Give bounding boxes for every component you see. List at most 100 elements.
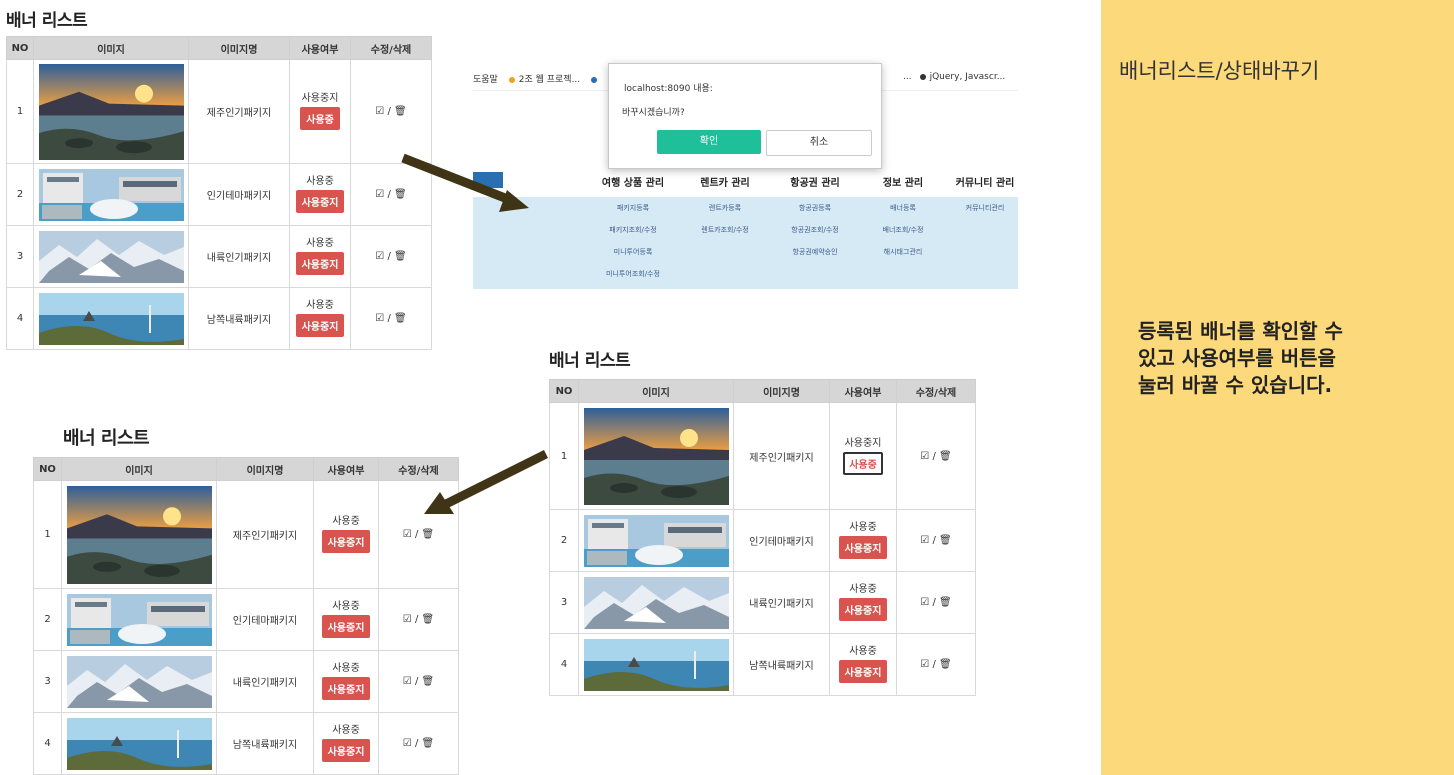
usage-cell: 사용중지 사용중 [289,59,351,164]
menu-item[interactable]: 해시태그관리 [884,247,923,257]
edit-icon[interactable]: ☑ [920,535,929,546]
arrow-to-dialog [401,153,529,212]
table-row: 4 남쪽내륙패키지 사용중 사용중지 ☑ / 🗑 [549,633,976,696]
bookmark-item[interactable]: 2조 웹 프로젝... [519,75,580,85]
menu-header-community[interactable]: 커뮤니티 관리 [956,174,1015,189]
trash-icon[interactable]: 🗑 [394,251,407,262]
edit-delete-cell[interactable]: ☑ / 🗑 [350,59,432,164]
trash-icon[interactable]: 🗑 [939,535,952,546]
menu-item[interactable]: 미니투어조회/수정 [606,269,660,279]
banner-thumbnail [578,402,734,510]
row-name: 인기테마패키지 [188,163,290,226]
table-row: 4 남쪽내륙패키지 사용중 사용중지 ☑ / 🗑 [6,287,432,350]
edit-icon[interactable]: ☑ [920,597,929,608]
side-panel-description: 등록된 배너를 확인할 수 있고 사용여부를 버튼을 눌러 바꿀 수 있습니다. [1138,318,1343,399]
edit-icon[interactable]: ☑ [403,676,412,687]
usage-status-text: 사용중 [849,646,877,657]
menu-item[interactable]: 항공권등록 [799,203,831,213]
row-no: 3 [6,225,34,288]
side-panel-title: 배너리스트/상태바꾸기 [1119,59,1320,83]
row-name: 내륙인기패키지 [188,225,290,288]
usage-status-text: 사용중 [306,176,334,187]
menu-item[interactable]: 항공권조회/수정 [791,225,838,235]
dialog-cancel-button[interactable]: 취소 [766,130,872,156]
row-name: 남쪽내륙패키지 [188,287,290,350]
trash-icon[interactable]: 🗑 [422,676,435,687]
edit-icon[interactable]: ☑ [403,738,412,749]
trash-icon[interactable]: 🗑 [422,614,435,625]
edit-icon[interactable]: ☑ [920,451,929,462]
toggle-usage-button[interactable]: 사용중지 [295,252,345,275]
trash-icon[interactable]: 🗑 [939,451,952,462]
edit-icon[interactable]: ☑ [403,614,412,625]
edit-delete-cell[interactable]: ☑ / 🗑 [350,287,432,350]
toggle-usage-button[interactable]: 사용중지 [295,190,345,213]
edit-icon[interactable]: ☑ [920,659,929,670]
menu-item[interactable]: 배너등록 [890,203,916,213]
toggle-usage-button[interactable]: 사용중지 [321,677,371,700]
usage-status-text: 사용중지 [844,437,882,449]
toggle-usage-button[interactable]: 사용중지 [838,660,888,683]
menu-item[interactable]: 배너조회/수정 [883,225,924,235]
edit-delete-cell[interactable]: ☑ / 🗑 [350,225,432,288]
edit-icon[interactable]: ☑ [403,529,412,540]
menu-header-travel[interactable]: 여행 상품 관리 [602,174,664,189]
toggle-usage-button[interactable]: 사용중지 [295,314,345,337]
row-name: 제주인기패키지 [188,59,290,164]
banner-thumbnail [61,712,217,775]
edit-delete-cell[interactable]: ☑ / 🗑 [896,509,976,572]
menu-item[interactable]: 렌트카조회/수정 [701,225,748,235]
toggle-usage-button[interactable]: 사용중 [300,107,340,130]
description-line: 눌러 바꿀 수 있습니다. [1138,373,1333,397]
menu-item[interactable]: 커뮤니티관리 [966,203,1005,213]
trash-icon[interactable]: 🗑 [394,106,407,117]
trash-icon[interactable]: 🗑 [939,659,952,670]
toggle-usage-button[interactable]: 사용중지 [321,615,371,638]
edit-icon[interactable]: ☑ [375,251,384,262]
description-line: 있고 사용여부를 버튼을 [1138,346,1336,370]
toggle-usage-button[interactable]: 사용중지 [321,530,371,553]
banner-thumbnail [578,633,734,696]
row-no: 4 [6,287,34,350]
row-name: 남쪽내륙패키지 [733,633,830,696]
menu-item[interactable]: 미니투어등록 [614,247,653,257]
trash-icon[interactable]: 🗑 [394,313,407,324]
menu-header-flight[interactable]: 항공권 관리 [790,174,839,189]
menu-dropdown: 패키지등록 패키지조회/수정 미니투어등록 미니투어조회/수정 렌트카등록 렌트… [473,197,1018,289]
trash-icon[interactable]: 🗑 [422,738,435,749]
edit-icon[interactable]: ☑ [375,106,384,117]
menu-header-info[interactable]: 정보 관리 [883,174,923,189]
edit-icon[interactable]: ☑ [375,313,384,324]
menu-item[interactable]: 항공권예약승인 [792,247,837,257]
edit-delete-cell[interactable]: ☑ / 🗑 [896,633,976,696]
trash-icon[interactable]: 🗑 [422,529,435,540]
bookmark-item[interactable]: ... jQuery, Javascr... [903,72,1005,82]
col-image-name: 이미지명 [188,36,290,60]
row-no: 4 [33,712,62,775]
menu-item[interactable]: 패키지조회/수정 [609,225,656,235]
col-no: NO [549,379,579,403]
toggle-usage-button[interactable]: 사용중지 [838,598,888,621]
col-edit-delete: 수정/삭제 [350,36,432,60]
edit-delete-cell[interactable]: ☑ / 🗑 [896,571,976,634]
dialog-ok-button[interactable]: 확인 [657,130,761,154]
edit-delete-cell[interactable]: ☑ / 🗑 [378,712,459,775]
edit-icon[interactable]: ☑ [375,189,384,200]
usage-cell: 사용중사용중지 [289,163,351,226]
toggle-usage-button-focused[interactable]: 사용중 [843,451,883,475]
row-name: 인기테마패키지 [216,588,314,651]
usage-status-text: 사용중 [332,516,360,527]
toggle-usage-button[interactable]: 사용중지 [321,739,371,762]
banner-image-jeju-sunset [584,408,729,505]
table-row: 3 내륙인기패키지 사용중 사용중지 ☑ / 🗑 [549,571,976,634]
bookmark-item[interactable]: 도움말 [473,75,498,85]
edit-delete-cell[interactable]: ☑ / 🗑 [378,588,459,651]
edit-delete-cell[interactable]: ☑ / 🗑 [378,650,459,713]
menu-item[interactable]: 패키지등록 [617,203,649,213]
toggle-usage-button[interactable]: 사용중지 [838,536,888,559]
menu-item[interactable]: 렌트카등록 [709,203,741,213]
banner-image-jeju-sunset [67,486,212,584]
trash-icon[interactable]: 🗑 [939,597,952,608]
edit-delete-cell[interactable]: ☑ / 🗑 [896,402,976,510]
menu-header-rentcar[interactable]: 렌트카 관리 [700,174,749,189]
